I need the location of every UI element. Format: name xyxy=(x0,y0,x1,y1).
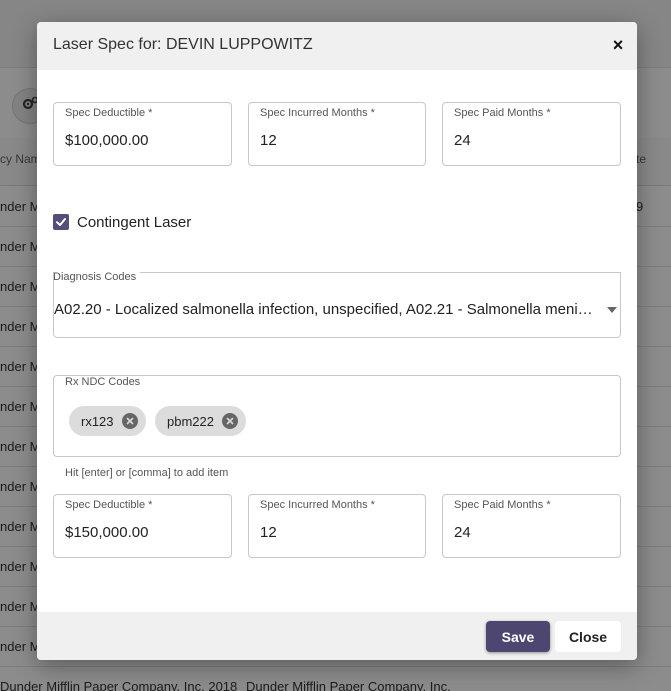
laser-spec-dialog: Laser Spec for: DEVIN LUPPOWITZ × Spec D… xyxy=(37,22,637,660)
dialog-header: Laser Spec for: DEVIN LUPPOWITZ × xyxy=(37,22,637,70)
contingent-laser-checkbox[interactable] xyxy=(53,214,69,230)
dialog-footer: Save Close xyxy=(37,612,637,660)
field-label: Spec Incurred Months * xyxy=(260,499,375,511)
field-label: Spec Paid Months * xyxy=(454,499,551,511)
field-value: $150,000.00 xyxy=(65,524,149,541)
remove-chip-icon[interactable] xyxy=(121,413,138,429)
field-value: 24 xyxy=(454,132,471,149)
field-label: Spec Incurred Months * xyxy=(260,107,375,119)
field-label: Spec Paid Months * xyxy=(454,107,551,119)
rx-chip[interactable]: rx123 xyxy=(69,406,146,436)
field-label: Spec Deductible * xyxy=(65,107,153,119)
save-button[interactable]: Save xyxy=(486,621,550,652)
spec-incurred-months-field[interactable]: Spec Incurred Months * 12 xyxy=(248,102,426,166)
rx-chip[interactable]: pbm222 xyxy=(155,406,246,436)
field-border xyxy=(140,272,620,273)
chip-label: rx123 xyxy=(81,413,114,429)
field-value: 12 xyxy=(260,524,277,541)
spec-paid-months-field[interactable]: Spec Paid Months * 24 xyxy=(442,494,621,558)
field-value: 24 xyxy=(454,524,471,541)
diagnosis-codes-value: A02.20 - Localized salmonella infection,… xyxy=(54,301,594,318)
close-button[interactable]: Close xyxy=(555,621,621,652)
field-value: $100,000.00 xyxy=(65,132,149,149)
dialog-title: Laser Spec for: DEVIN LUPPOWITZ xyxy=(53,36,313,53)
diagnosis-codes-select[interactable]: A02.20 - Localized salmonella infection,… xyxy=(53,272,621,338)
field-value: 12 xyxy=(260,132,277,149)
rx-helper-text: Hit [enter] or [comma] to add item xyxy=(65,467,229,479)
contingent-laser-label: Contingent Laser xyxy=(77,213,192,231)
contingent-laser-option[interactable]: Contingent Laser xyxy=(53,212,191,232)
rx-ndc-codes-input[interactable]: Rx NDC Codes rx123 pbm222 xyxy=(53,375,621,457)
spec-incurred-months-field[interactable]: Spec Incurred Months * 12 xyxy=(248,494,426,558)
spec-deductible-field[interactable]: Spec Deductible * $100,000.00 xyxy=(53,102,232,166)
close-icon[interactable]: × xyxy=(609,36,627,54)
chevron-down-icon[interactable] xyxy=(607,307,617,313)
spec-paid-months-field[interactable]: Spec Paid Months * 24 xyxy=(442,102,621,166)
rx-ndc-codes-label: Rx NDC Codes xyxy=(65,376,141,388)
remove-chip-icon[interactable] xyxy=(221,413,238,429)
chip-label: pbm222 xyxy=(167,413,214,429)
spec-deductible-field[interactable]: Spec Deductible * $150,000.00 xyxy=(53,494,232,558)
check-icon xyxy=(56,218,66,226)
field-label: Spec Deductible * xyxy=(65,499,153,511)
